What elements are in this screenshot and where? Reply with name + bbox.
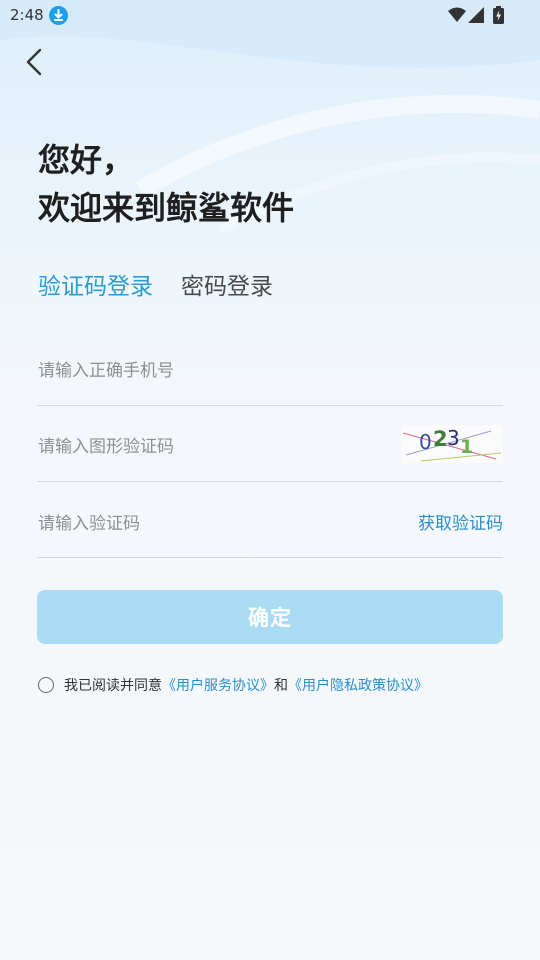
wifi-icon [448, 7, 466, 27]
captcha-field[interactable]: 请输入图形验证码 0 2 3 1 [37, 405, 503, 482]
signal-icon [468, 7, 484, 27]
privacy-policy-link[interactable]: 《用户隐私政策协议》 [288, 675, 428, 695]
tab-password-login[interactable]: 密码登录 [181, 270, 273, 304]
download-icon [49, 6, 68, 25]
phone-field[interactable]: 请输入正确手机号 [37, 329, 503, 406]
back-button[interactable] [20, 44, 52, 80]
svg-text:1: 1 [460, 436, 473, 458]
greeting: 您好， 欢迎来到鲸鲨软件 [38, 136, 294, 232]
get-code-button[interactable]: 获取验证码 [418, 509, 503, 534]
phone-placeholder: 请输入正确手机号 [38, 361, 174, 381]
agreement-prefix: 我已阅读并同意 [64, 678, 162, 694]
sms-code-placeholder: 请输入验证码 [38, 514, 140, 534]
sms-code-field[interactable]: 请输入验证码 获取验证码 [37, 481, 503, 558]
svg-text:2: 2 [433, 427, 448, 451]
status-bar: 2:48 [0, 0, 540, 32]
svg-text:3: 3 [447, 426, 460, 450]
agreement-checkbox[interactable] [38, 677, 54, 693]
battery-icon [493, 6, 504, 28]
agreement-row: 我已阅读并同意 《用户服务协议》 和 《用户隐私政策协议》 [38, 674, 428, 696]
captcha-placeholder: 请输入图形验证码 [38, 437, 174, 457]
svg-text:0: 0 [419, 430, 432, 454]
status-time: 2:48 [10, 6, 44, 24]
tab-sms-login[interactable]: 验证码登录 [38, 270, 153, 304]
greeting-line-1: 您好， [38, 141, 135, 179]
chevron-left-icon [26, 48, 42, 76]
confirm-button[interactable]: 确定 [37, 590, 503, 644]
agreement-conjunction: 和 [274, 678, 288, 694]
service-agreement-link[interactable]: 《用户服务协议》 [162, 675, 274, 695]
greeting-line-2: 欢迎来到鲸鲨软件 [38, 189, 295, 227]
captcha-image[interactable]: 0 2 3 1 [401, 425, 503, 463]
